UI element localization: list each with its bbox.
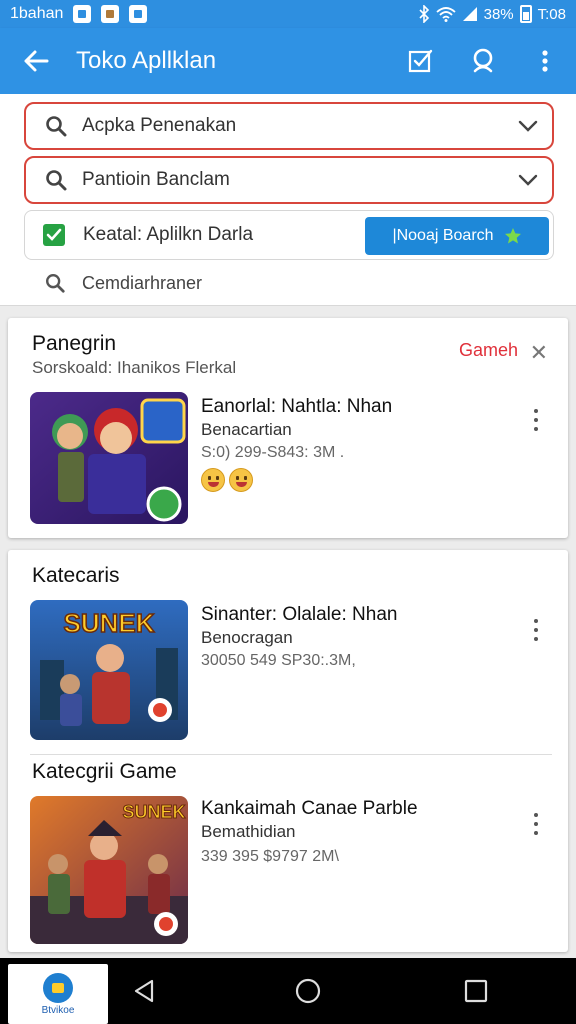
- wifi-icon: [436, 7, 456, 22]
- app-logo-icon: [43, 972, 73, 1003]
- status-bar: 1bahan 38% T:08: [0, 0, 576, 28]
- app-bar-actions: [390, 28, 576, 94]
- category-card-title: Katecaris: [32, 564, 120, 587]
- thumb-title-text: SUNEK: [122, 802, 185, 822]
- promo-card-title: Panegrin: [32, 332, 117, 355]
- thumb-title-text: SUNEK: [63, 608, 154, 638]
- more-vertical-icon: [534, 409, 538, 413]
- chevron-down-icon: [518, 120, 538, 132]
- notification-icon: [73, 5, 92, 23]
- app-bar-title: Toko Apllklan: [76, 47, 217, 74]
- filter-row: Keatal: Aplilkn Darla |Nooaj Boarch: [24, 210, 554, 260]
- status-time: T:08: [537, 5, 566, 23]
- search-icon: [46, 170, 67, 191]
- status-left: 1bahan: [10, 5, 148, 23]
- check-icon: [46, 228, 62, 241]
- more-vertical-icon: [542, 50, 548, 72]
- search-suggestion[interactable]: Cemdiarhraner: [44, 272, 202, 294]
- app-more-button[interactable]: [526, 612, 546, 648]
- checkbox-edit-icon: [408, 49, 433, 73]
- nav-back-button[interactable]: [114, 961, 174, 1021]
- search-submit-button[interactable]: |Nooaj Boarch: [365, 217, 549, 255]
- app-more-button[interactable]: [526, 806, 546, 842]
- chevron-down-icon: [518, 174, 538, 186]
- search-icon: [46, 274, 65, 293]
- edit-checklist-button[interactable]: [390, 28, 452, 94]
- search-panel: Acpka Penenakan Pantioin Banclam Keatal:…: [0, 94, 576, 306]
- search-field-primary-label: Acpka Penenakan: [82, 115, 237, 136]
- search-person-icon: [473, 48, 493, 73]
- search-suggestion-label: Cemdiarhraner: [82, 272, 203, 293]
- game-art-image: [30, 392, 188, 524]
- app-developer: Bemathidian: [201, 822, 296, 841]
- star-icon: [504, 228, 521, 244]
- promo-card: Panegrin Sorskoald: Ihanikos Flerkal Gam…: [8, 318, 568, 538]
- game-tag[interactable]: Gameh: [459, 340, 518, 361]
- app-name[interactable]: Eanorlal: Nahtla: Nhan: [201, 396, 392, 418]
- app-thumbnail[interactable]: SUNEK: [30, 600, 188, 740]
- app-name[interactable]: Kankaimah Canae Parble: [201, 798, 418, 820]
- camera-notification-icon: [129, 5, 148, 23]
- search-button[interactable]: [452, 28, 514, 94]
- signal-icon: [462, 7, 477, 21]
- more-vertical-icon: [534, 813, 538, 817]
- search-icon: [46, 116, 67, 137]
- app-developer: Benacartian: [201, 420, 292, 439]
- system-nav-bar: Btvikoe: [0, 958, 576, 1024]
- battery-percent: 38%: [483, 5, 514, 23]
- app-meta: 30050 549 SP30:.3M,: [201, 652, 356, 669]
- app-meta: S:0) 299-S843: 3M .: [201, 444, 345, 461]
- status-left-text: 1bahan: [10, 5, 64, 22]
- back-arrow-icon: [24, 50, 49, 72]
- smile-emoji-icon: [229, 468, 253, 492]
- search-field-secondary[interactable]: Pantioin Banclam: [24, 156, 554, 204]
- circle-home-icon: [295, 978, 321, 1004]
- battery-icon: [519, 5, 532, 23]
- app-developer: Benocragan: [201, 628, 293, 647]
- app-thumbnail[interactable]: [30, 392, 188, 524]
- filter-label: Keatal: Aplilkn Darla: [83, 224, 254, 245]
- app-bar: Toko Apllklan: [0, 28, 576, 94]
- search-submit-label: |Nooaj Boarch: [392, 227, 494, 244]
- triangle-back-icon: [134, 979, 154, 1003]
- category-card: Katecaris SUNEK Sinanter: Olalale: Nhan …: [8, 550, 568, 952]
- close-icon[interactable]: ✕: [530, 340, 548, 366]
- more-options-button[interactable]: [514, 28, 576, 94]
- filter-checkbox[interactable]: [43, 224, 65, 246]
- back-button[interactable]: [0, 28, 72, 94]
- game-art-image: SUNEK: [30, 796, 188, 944]
- smile-emoji-icon: [201, 468, 225, 492]
- app-thumbnail[interactable]: SUNEK: [30, 796, 188, 944]
- more-vertical-icon: [534, 619, 538, 623]
- section-divider: [30, 754, 552, 755]
- promo-card-subtitle: Sorskoald: Ihanikos Flerkal: [32, 358, 237, 377]
- search-field-secondary-label: Pantioin Banclam: [82, 169, 230, 190]
- pinned-app[interactable]: Btvikoe: [8, 964, 108, 1024]
- pinned-app-label: Btvikoe: [41, 1004, 75, 1016]
- app-name[interactable]: Sinanter: Olalale: Nhan: [201, 604, 397, 626]
- rating-emoji-group: [201, 468, 253, 492]
- status-right: 38% T:08: [418, 5, 566, 23]
- nav-home-button[interactable]: [278, 961, 338, 1021]
- square-recents-icon: [464, 979, 488, 1003]
- nav-recents-button[interactable]: [446, 961, 506, 1021]
- bluetooth-icon: [419, 5, 429, 23]
- game-art-image: SUNEK: [30, 600, 188, 740]
- category-section-title: Katecgrii Game: [32, 760, 177, 783]
- app-more-button[interactable]: [526, 402, 546, 438]
- image-notification-icon: [101, 5, 120, 23]
- search-field-primary[interactable]: Acpka Penenakan: [24, 102, 554, 150]
- app-meta: 339 395 $9797 2M\: [201, 848, 339, 865]
